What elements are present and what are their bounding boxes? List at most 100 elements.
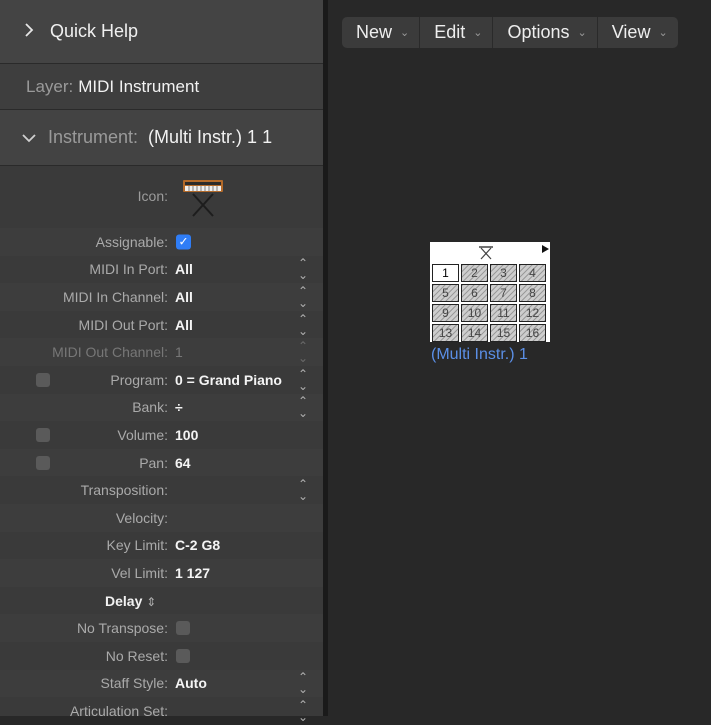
- up-down-arrows-icon[interactable]: ⌃ ⌄: [298, 395, 308, 419]
- channel-cell[interactable]: 11: [490, 304, 517, 322]
- editor-menu-bar: New ⌄ Edit ⌄ Options ⌄ View ⌄: [342, 17, 678, 48]
- chevron-down-icon: ⌄: [400, 27, 410, 39]
- channel-cell[interactable]: 14: [461, 324, 488, 342]
- delay-row[interactable]: Delay ⇕: [0, 587, 323, 615]
- multi-instrument-object[interactable]: 1 2 3 4 5 6 7 8 9 10 11 12 13 14 15 16: [430, 242, 550, 342]
- channel-cell[interactable]: 13: [432, 324, 459, 342]
- up-down-arrows-icon[interactable]: ⌃ ⌄: [298, 368, 308, 392]
- midi-in-channel-value[interactable]: All: [175, 289, 193, 305]
- bank-row: Bank: ÷ ⌃ ⌄: [0, 393, 323, 422]
- program-row: Program: 0 = Grand Piano ⌃ ⌄: [0, 366, 323, 394]
- channel-cell[interactable]: 15: [490, 324, 517, 342]
- up-down-arrows-icon[interactable]: ⌃ ⌄: [298, 313, 308, 337]
- assignable-label: Assignable:: [95, 233, 168, 250]
- inspector-panel: Quick Help Layer: MIDI Instrument Instru…: [0, 0, 323, 723]
- pan-checkbox[interactable]: [36, 455, 50, 470]
- instrument-label: Instrument:: [48, 127, 139, 147]
- up-down-arrows-icon[interactable]: ⌃ ⌄: [298, 671, 308, 695]
- channel-grid: 1 2 3 4 5 6 7 8 9 10 11 12 13 14 15 16: [432, 264, 546, 342]
- delay-popup[interactable]: Delay ⇕: [105, 593, 156, 609]
- new-menu-label: New: [356, 22, 393, 42]
- midi-in-port-row: MIDI In Port: All ⌃ ⌄: [0, 256, 323, 284]
- midi-out-port-value[interactable]: All: [175, 317, 193, 333]
- bank-value[interactable]: ÷: [175, 399, 183, 415]
- volume-label: Volume:: [117, 426, 168, 443]
- channel-cell[interactable]: 9: [432, 304, 459, 322]
- key-limit-label: Key Limit:: [106, 537, 168, 554]
- chevron-down-icon[interactable]: [22, 127, 36, 148]
- vel-limit-label: Vel Limit:: [111, 564, 168, 581]
- up-down-arrows-icon: ⇕: [146, 594, 157, 609]
- volume-value[interactable]: 100: [175, 427, 198, 443]
- chevron-down-icon: ⌄: [577, 27, 587, 39]
- assignable-row: Assignable: ✓: [0, 228, 323, 256]
- articulation-set-row: Articulation Set: ⌃ ⌄: [0, 697, 323, 725]
- output-port-arrow-icon[interactable]: [542, 245, 549, 253]
- midi-in-channel-label: MIDI In Channel:: [62, 288, 168, 305]
- articulation-set-label: Articulation Set:: [69, 702, 168, 719]
- program-label: Program:: [110, 371, 168, 388]
- object-name-label[interactable]: (Multi Instr.) 1: [431, 346, 528, 364]
- vel-limit-value[interactable]: 1 127: [175, 565, 210, 581]
- midi-in-port-label: MIDI In Port:: [89, 261, 168, 278]
- midi-out-port-row: MIDI Out Port: All ⌃ ⌄: [0, 311, 323, 339]
- edit-menu[interactable]: Edit ⌄: [420, 17, 494, 48]
- volume-checkbox[interactable]: [36, 427, 50, 442]
- program-value[interactable]: 0 = Grand Piano: [175, 372, 282, 388]
- options-menu[interactable]: Options ⌄: [493, 17, 598, 48]
- key-limit-value[interactable]: C-2 G8: [175, 537, 220, 553]
- layer-header: Layer: MIDI Instrument: [0, 64, 323, 110]
- channel-cell[interactable]: 2: [461, 264, 488, 282]
- instrument-name[interactable]: (Multi Instr.) 1 1: [148, 127, 272, 148]
- assignable-checkbox[interactable]: ✓: [176, 234, 191, 250]
- midi-out-port-label: MIDI Out Port:: [78, 316, 168, 333]
- transposition-row: Transposition: ⌃ ⌄: [0, 476, 323, 504]
- instrument-header[interactable]: Instrument: (Multi Instr.) 1 1: [0, 110, 323, 166]
- channel-cell[interactable]: 6: [461, 284, 488, 302]
- channel-cell[interactable]: 7: [490, 284, 517, 302]
- channel-cell[interactable]: 5: [432, 284, 459, 302]
- midi-out-channel-label: MIDI Out Channel:: [52, 344, 168, 361]
- channel-cell[interactable]: 8: [519, 284, 546, 302]
- channel-cell[interactable]: 1: [432, 264, 459, 282]
- new-menu[interactable]: New ⌄: [342, 17, 421, 48]
- no-reset-checkbox[interactable]: [176, 648, 190, 663]
- keyboard-synth-icon[interactable]: [179, 174, 227, 223]
- quick-help-header[interactable]: Quick Help: [0, 0, 323, 64]
- midi-out-channel-value: 1: [175, 344, 183, 361]
- velocity-row: Velocity:: [0, 503, 323, 532]
- view-menu-label: View: [611, 22, 651, 42]
- midi-in-port-value[interactable]: All: [175, 261, 193, 277]
- view-menu[interactable]: View ⌄: [598, 17, 678, 48]
- channel-cell[interactable]: 4: [519, 264, 546, 282]
- options-menu-label: Options: [507, 22, 570, 42]
- channel-cell[interactable]: 10: [461, 304, 488, 322]
- chevron-down-icon: ⌄: [473, 27, 483, 39]
- icon-row: Icon:: [0, 166, 323, 228]
- chevron-down-icon: ⌄: [658, 27, 668, 39]
- channel-cell[interactable]: 12: [519, 304, 546, 322]
- program-checkbox[interactable]: [36, 372, 50, 387]
- staff-style-value[interactable]: Auto: [175, 675, 207, 691]
- midi-out-channel-row: MIDI Out Channel: 1 ⌃ ⌄: [0, 338, 323, 366]
- layer-label: Layer:: [26, 76, 74, 96]
- up-down-arrows-icon[interactable]: ⌃ ⌄: [298, 478, 308, 502]
- layer-value: MIDI Instrument: [78, 76, 200, 96]
- bank-label: Bank:: [132, 399, 168, 416]
- pan-label: Pan:: [139, 454, 168, 471]
- no-transpose-row: No Transpose:: [0, 614, 323, 642]
- up-down-arrows-icon: ⌃ ⌄: [298, 339, 309, 366]
- edit-menu-label: Edit: [434, 22, 466, 42]
- quick-help-label: Quick Help: [50, 21, 139, 41]
- chevron-right-icon[interactable]: [24, 21, 38, 42]
- pan-value[interactable]: 64: [175, 455, 191, 471]
- no-transpose-checkbox[interactable]: [176, 621, 190, 636]
- channel-cell[interactable]: 3: [490, 264, 517, 282]
- up-down-arrows-icon[interactable]: ⌃ ⌄: [298, 257, 308, 281]
- up-down-arrows-icon[interactable]: ⌃ ⌄: [298, 285, 308, 309]
- transposition-label: Transposition:: [80, 482, 168, 499]
- vel-limit-row: Vel Limit: 1 127: [0, 559, 323, 587]
- up-down-arrows-icon[interactable]: ⌃ ⌄: [298, 699, 308, 723]
- keyboard-stand-icon: [474, 244, 498, 265]
- channel-cell[interactable]: 16: [519, 324, 546, 342]
